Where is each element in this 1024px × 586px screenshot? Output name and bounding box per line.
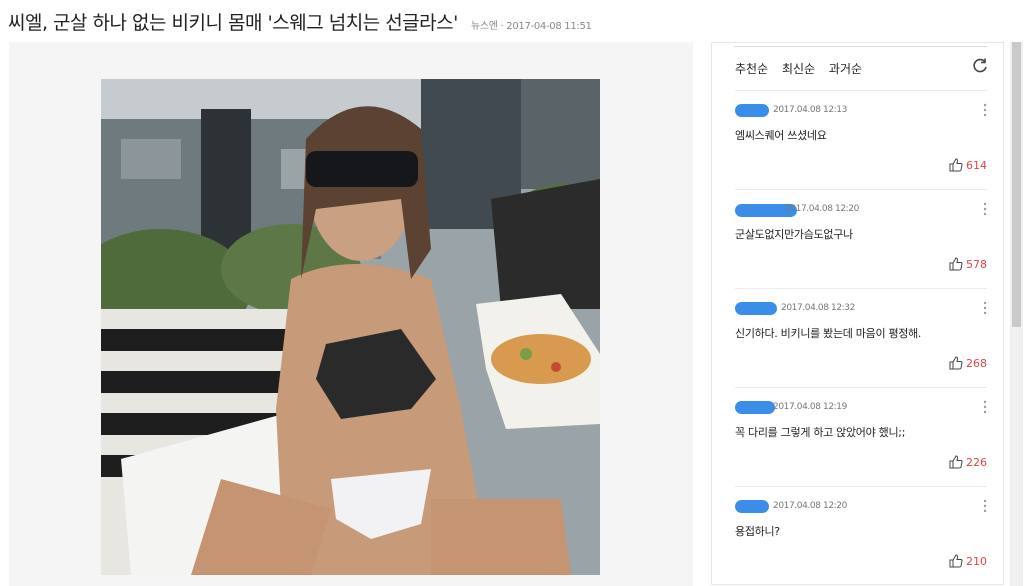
comment-item: 2017.04.08 12:13 엠씨스퀘어 쓰셨네요 614 bbox=[735, 90, 987, 190]
article-meta: 뉴스엔 · 2017-04-08 11:51 bbox=[470, 21, 592, 32]
article-headline: 씨엘, 군살 하나 없는 비키니 몸매 '스웨그 넘치는 선글라스' 뉴스엔 ·… bbox=[8, 8, 592, 38]
like-count: 614 bbox=[966, 158, 987, 172]
tab-recommended[interactable]: 추천순 bbox=[735, 62, 768, 76]
like-count: 210 bbox=[966, 554, 987, 568]
comment-text: 엠씨스퀘어 쓰셨네요 bbox=[735, 129, 827, 142]
sort-tabs: 추천순 최신순 과거순 bbox=[735, 60, 872, 77]
like-count: 226 bbox=[966, 455, 987, 469]
comment-date: 2017.04.08 12:20 bbox=[773, 501, 847, 511]
page-scrollbar[interactable] bbox=[1010, 42, 1023, 586]
refresh-icon[interactable] bbox=[971, 57, 989, 75]
more-options-icon[interactable] bbox=[983, 202, 987, 216]
article-photo[interactable] bbox=[101, 79, 600, 575]
redacted-username bbox=[735, 500, 769, 513]
photo-illustration bbox=[101, 79, 600, 575]
like-button[interactable]: 226 bbox=[949, 454, 987, 470]
like-button[interactable]: 268 bbox=[949, 355, 987, 371]
comment-text: 신기하다. 비키니를 봤는데 마음이 평정해. bbox=[735, 327, 922, 340]
comment-item: 2017.04.08 12:20 용접하니? 210 bbox=[735, 486, 987, 584]
more-options-icon[interactable] bbox=[983, 499, 987, 513]
like-button[interactable]: 210 bbox=[949, 553, 987, 569]
comment-date: 2017.04.08 12:19 bbox=[773, 402, 847, 412]
comment-item: 2017.04.08 12:20 군살도없지만가슴도없구나 578 bbox=[735, 189, 987, 289]
scrollbar-thumb[interactable] bbox=[1012, 42, 1021, 327]
redacted-username bbox=[735, 302, 777, 315]
tab-oldest[interactable]: 과거순 bbox=[829, 62, 862, 76]
more-options-icon[interactable] bbox=[983, 301, 987, 315]
tab-latest[interactable]: 최신순 bbox=[782, 62, 815, 76]
thumbs-up-icon bbox=[949, 356, 963, 370]
comment-input-edge[interactable] bbox=[734, 43, 987, 47]
thumbs-up-icon bbox=[949, 257, 963, 271]
comment-item: 2017.04.08 12:32 신기하다. 비키니를 봤는데 마음이 평정해.… bbox=[735, 288, 987, 388]
redacted-username bbox=[735, 104, 769, 117]
comment-text: 군살도없지만가슴도없구나 bbox=[735, 228, 853, 241]
redacted-username bbox=[735, 401, 775, 414]
like-count: 268 bbox=[966, 356, 987, 370]
comment-item: 2017.04.08 12:19 꼭 다리를 그렇게 하고 앉았어야 했니;; … bbox=[735, 387, 987, 487]
like-count: 578 bbox=[966, 257, 987, 271]
comment-date: 2017.04.08 12:13 bbox=[773, 105, 847, 115]
comment-date: 2017.04.08 12:20 bbox=[785, 204, 859, 214]
comment-date: 2017.04.08 12:32 bbox=[781, 303, 855, 313]
like-button[interactable]: 578 bbox=[949, 256, 987, 272]
photo-panel bbox=[9, 42, 693, 586]
comment-text: 꼭 다리를 그렇게 하고 앉았어야 했니;; bbox=[735, 426, 906, 439]
more-options-icon[interactable] bbox=[983, 400, 987, 414]
article-title: 씨엘, 군살 하나 없는 비키니 몸매 '스웨그 넘치는 선글라스' bbox=[8, 12, 458, 34]
thumbs-up-icon bbox=[949, 455, 963, 469]
article-datetime: 2017-04-08 11:51 bbox=[506, 21, 592, 32]
thumbs-up-icon bbox=[949, 554, 963, 568]
like-button[interactable]: 614 bbox=[949, 157, 987, 173]
more-options-icon[interactable] bbox=[983, 103, 987, 117]
thumbs-up-icon bbox=[949, 158, 963, 172]
comments-panel: 추천순 최신순 과거순 2017.04.08 12:13 엠씨스퀘어 쓰셨네요 … bbox=[711, 42, 1004, 585]
comment-text: 용접하니? bbox=[735, 525, 780, 538]
article-source[interactable]: 뉴스엔 bbox=[471, 21, 498, 32]
